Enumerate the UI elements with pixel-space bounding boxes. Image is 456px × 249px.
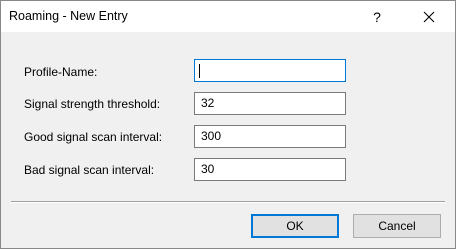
signal-threshold-field[interactable]: 32 xyxy=(194,92,346,115)
bad-scan-interval-field[interactable]: 30 xyxy=(194,158,346,181)
bad-scan-interval-label: Bad signal scan interval: xyxy=(24,163,155,177)
roaming-dialog: Roaming - New Entry ? Profile-Name: Sign… xyxy=(0,0,456,249)
good-scan-interval-value: 300 xyxy=(201,129,222,143)
bad-scan-interval-value: 30 xyxy=(201,162,215,176)
title-bar: Roaming - New Entry ? xyxy=(1,1,455,32)
window-title: Roaming - New Entry xyxy=(9,9,128,23)
signal-threshold-label: Signal strength threshold: xyxy=(24,97,161,111)
close-icon xyxy=(423,11,435,22)
good-scan-interval-label: Good signal scan interval: xyxy=(24,130,163,144)
signal-threshold-value: 32 xyxy=(201,96,215,110)
button-separator xyxy=(11,201,445,203)
cancel-button[interactable]: Cancel xyxy=(353,214,441,238)
profile-name-label: Profile-Name: xyxy=(24,65,98,79)
profile-name-field[interactable] xyxy=(194,59,346,82)
text-caret xyxy=(199,63,200,78)
ok-button[interactable]: OK xyxy=(251,214,339,238)
help-button[interactable]: ? xyxy=(357,1,397,32)
good-scan-interval-field[interactable]: 300 xyxy=(194,125,346,148)
help-icon: ? xyxy=(373,8,381,25)
close-button[interactable] xyxy=(409,1,449,32)
